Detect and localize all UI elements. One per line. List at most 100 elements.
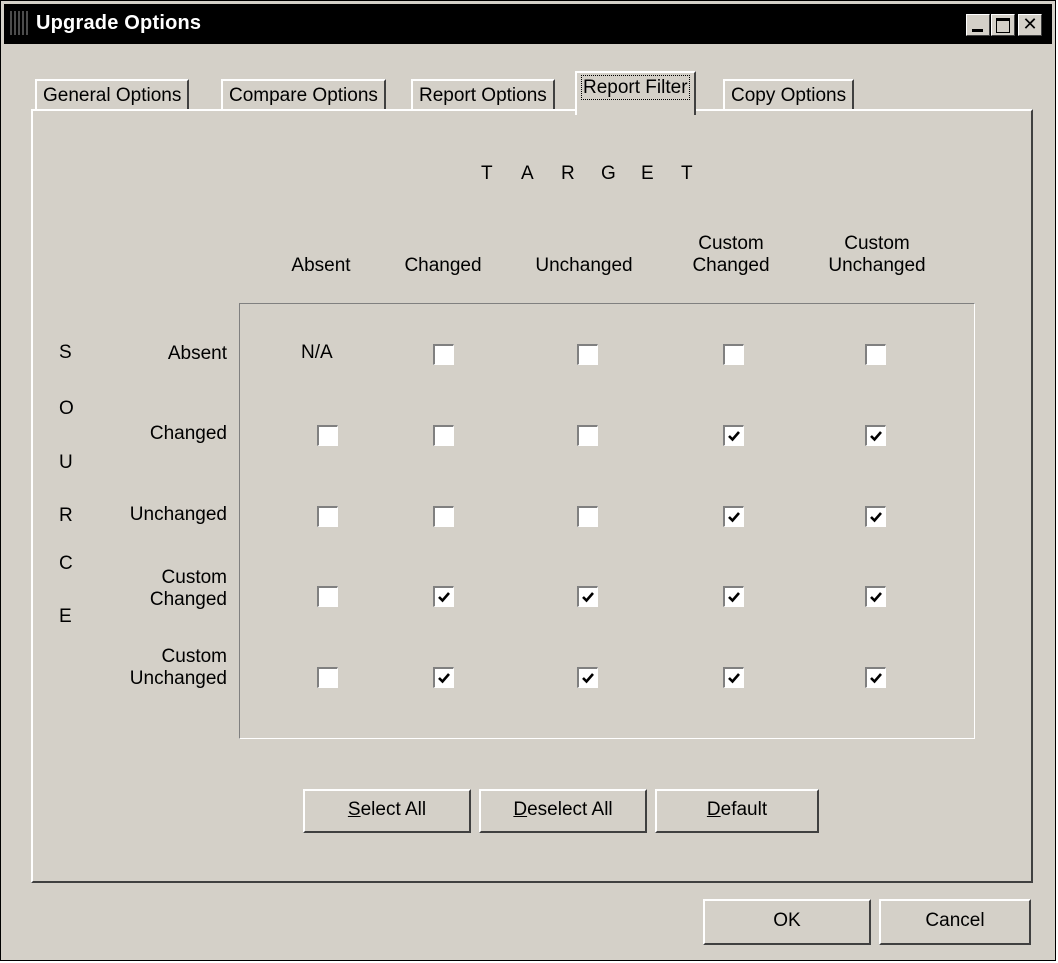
column-header-custom-changed: Custom Changed — [669, 233, 793, 277]
filter-checkbox[interactable] — [317, 667, 338, 688]
target-letter: G — [601, 163, 616, 184]
row-header-custom-unchanged: Custom Unchanged — [91, 646, 227, 690]
minimize-icon — [972, 29, 983, 32]
filter-checkbox[interactable] — [865, 586, 886, 607]
checkmark-icon — [582, 592, 594, 603]
tab-compare-options[interactable]: Compare Options — [221, 79, 386, 111]
checkmark-stroke — [870, 512, 882, 523]
column-header-line1 — [261, 233, 381, 255]
row-header-line1 — [91, 321, 227, 343]
filter-checkbox[interactable] — [865, 506, 886, 527]
filter-checkbox[interactable] — [433, 586, 454, 607]
filter-checkbox[interactable] — [433, 425, 454, 446]
target-heading: TARGET — [481, 163, 721, 185]
window-title: Upgrade Options — [36, 12, 202, 34]
checkmark-icon — [728, 592, 740, 603]
tab-label: General Options — [43, 85, 182, 106]
checkmark-stroke — [438, 592, 450, 603]
button-mnemonic: S — [347, 799, 361, 820]
column-header-line1 — [517, 233, 651, 255]
filter-checkbox[interactable] — [317, 586, 338, 607]
row-header-line1: Custom — [161, 646, 227, 667]
tab-report-options[interactable]: Report Options — [411, 79, 555, 111]
column-header-line2: Changed — [692, 255, 770, 276]
filter-checkbox[interactable] — [723, 506, 744, 527]
deselect-all-button[interactable]: Deselect All — [479, 789, 647, 833]
checkmark-stroke — [582, 673, 594, 684]
filter-checkbox[interactable] — [577, 344, 598, 365]
source-letter: U — [59, 452, 73, 473]
checkmark-stroke — [438, 673, 450, 684]
row-header-line2: Changed — [149, 423, 227, 444]
filter-checkbox[interactable] — [577, 667, 598, 688]
maximize-button[interactable] — [991, 14, 1015, 36]
column-header-custom-unchanged: Custom Unchanged — [807, 233, 947, 277]
filter-checkbox[interactable] — [433, 667, 454, 688]
filter-checkbox[interactable] — [865, 667, 886, 688]
filter-checkbox[interactable] — [723, 344, 744, 365]
column-header-unchanged: Unchanged — [517, 233, 651, 277]
filter-checkbox[interactable] — [433, 344, 454, 365]
source-letter: O — [59, 398, 74, 419]
filter-checkbox[interactable] — [577, 506, 598, 527]
column-header-line1 — [381, 233, 505, 255]
tab-report-filter[interactable]: Report Filter — [575, 71, 696, 115]
close-icon: ✕ — [1022, 14, 1038, 34]
title-bar[interactable]: Upgrade Options ✕ — [4, 4, 1052, 44]
checkmark-stroke — [582, 592, 594, 603]
row-header-line1 — [91, 401, 227, 423]
row-header-line1 — [91, 482, 227, 504]
row-header-line2: Unchanged — [129, 668, 227, 689]
checkmark-icon — [438, 592, 450, 603]
filter-checkbox[interactable] — [865, 425, 886, 446]
tab-label: Copy Options — [731, 85, 847, 106]
tab-strip: General Options Compare Options Report O… — [31, 71, 931, 115]
source-letter: S — [59, 342, 72, 363]
checkmark-icon — [870, 512, 882, 523]
column-header-line1: Custom — [698, 233, 764, 254]
target-letter: T — [681, 163, 693, 184]
filter-checkbox[interactable] — [865, 344, 886, 365]
filter-checkbox[interactable] — [433, 506, 454, 527]
filter-checkbox[interactable] — [723, 667, 744, 688]
target-letter: R — [561, 163, 575, 184]
checkmark-stroke — [728, 673, 740, 684]
checkmark-stroke — [870, 431, 882, 442]
button-mnemonic: D — [706, 799, 721, 820]
filter-checkbox[interactable] — [317, 506, 338, 527]
tab-label: Report Filter — [581, 75, 690, 100]
column-header-line1: Custom — [844, 233, 910, 254]
row-header-line2: Absent — [167, 343, 227, 364]
column-header-line2: Absent — [291, 255, 351, 276]
checkmark-stroke — [728, 431, 740, 442]
upgrade-options-window: Upgrade Options ✕ General Options Compar… — [0, 0, 1056, 961]
minimize-button[interactable] — [966, 14, 990, 36]
select-all-button[interactable]: Select All — [303, 789, 471, 833]
filter-checkbox[interactable] — [723, 425, 744, 446]
ok-button[interactable]: OK — [703, 899, 871, 945]
row-header-custom-changed: Custom Changed — [91, 567, 227, 611]
button-label: elect All — [360, 799, 427, 820]
tab-general-options[interactable]: General Options — [35, 79, 190, 111]
checkmark-icon — [728, 431, 740, 442]
checkmark-icon — [728, 673, 740, 684]
column-header-line2: Changed — [404, 255, 482, 276]
close-button[interactable]: ✕ — [1018, 14, 1042, 36]
filter-checkbox[interactable] — [317, 425, 338, 446]
row-header-line2: Changed — [149, 589, 227, 610]
source-letter: C — [59, 553, 73, 574]
filter-checkbox[interactable] — [577, 586, 598, 607]
column-header-line2: Unchanged — [828, 255, 926, 276]
row-header-line2: Unchanged — [129, 504, 227, 525]
default-button[interactable]: Default — [655, 789, 819, 833]
filter-checkbox[interactable] — [577, 425, 598, 446]
cancel-button[interactable]: Cancel — [879, 899, 1031, 945]
maximize-icon — [996, 18, 1010, 33]
row-header-absent: Absent — [91, 321, 227, 365]
tab-copy-options[interactable]: Copy Options — [723, 79, 855, 111]
checkmark-icon — [870, 431, 882, 442]
filter-checkbox[interactable] — [723, 586, 744, 607]
checkmark-icon — [438, 673, 450, 684]
checkmark-stroke — [870, 592, 882, 603]
tab-label: Report Options — [419, 85, 547, 106]
